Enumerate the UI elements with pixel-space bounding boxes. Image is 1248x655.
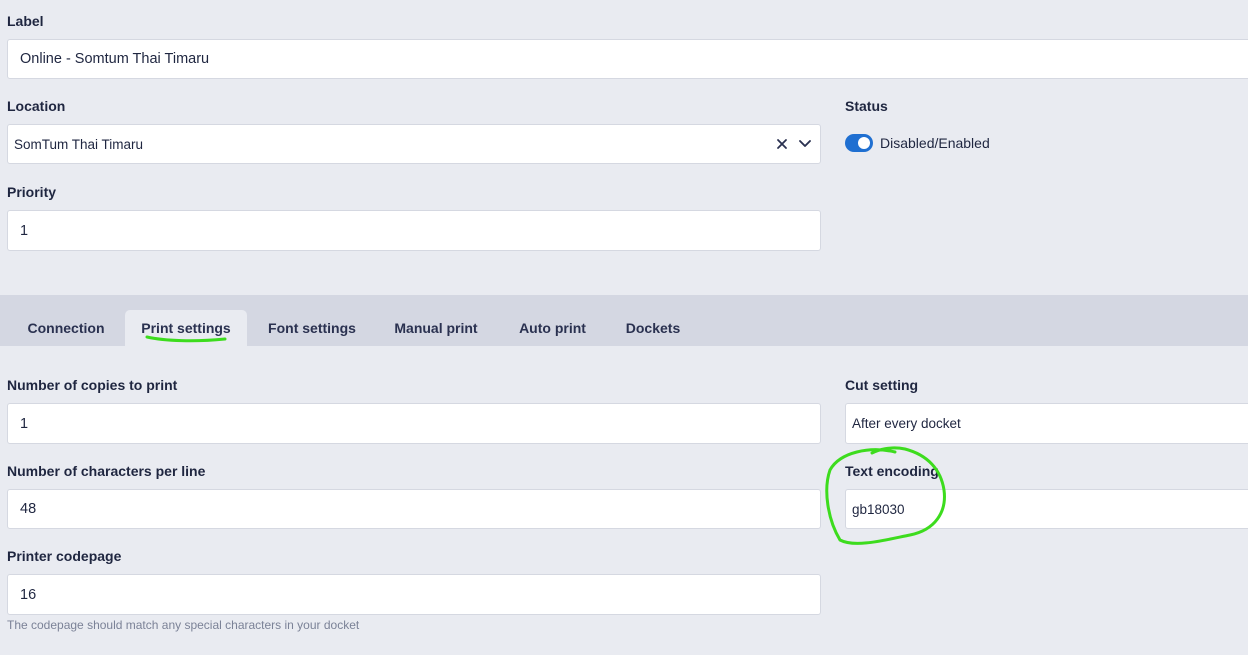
cut-setting-select[interactable]: After every docket [845,403,1248,444]
copies-field-title: Number of copies to print [7,377,178,393]
chevron-down-icon[interactable] [797,135,813,153]
priority-input[interactable]: 1 [7,210,821,251]
chars-per-line-input[interactable]: 48 [7,489,821,529]
label-field-title: Label [7,13,44,29]
close-icon[interactable] [774,135,790,153]
tab-manual-print[interactable]: Manual print [381,310,491,346]
location-select-value: SomTum Thai Timaru [14,136,144,152]
codepage-input[interactable]: 16 [7,574,821,615]
location-select[interactable]: SomTum Thai Timaru [7,124,821,164]
status-toggle-label: Disabled/Enabled [880,135,990,151]
chars-per-line-field-title: Number of characters per line [7,463,206,479]
codepage-helper-text: The codepage should match any special ch… [7,618,360,632]
status-toggle[interactable] [845,134,873,152]
tab-font-settings[interactable]: Font settings [254,310,370,346]
cut-setting-field-title: Cut setting [845,377,919,393]
location-field-title: Location [7,98,66,114]
text-encoding-select[interactable]: gb18030 [845,489,1248,529]
settings-tab-bar: Connection Print settings Font settings … [0,295,1248,346]
tab-print-settings[interactable]: Print settings [125,310,247,346]
tab-connection[interactable]: Connection [14,310,118,346]
text-encoding-field-title: Text encoding [845,463,939,479]
copies-input[interactable]: 1 [7,403,821,444]
tab-dockets[interactable]: Dockets [612,310,694,346]
priority-field-title: Priority [7,184,57,200]
toggle-knob [858,137,870,149]
codepage-field-title: Printer codepage [7,548,122,564]
status-field-title: Status [845,98,888,114]
tab-auto-print[interactable]: Auto print [505,310,600,346]
label-input[interactable]: Online - Somtum Thai Timaru [7,39,1248,79]
